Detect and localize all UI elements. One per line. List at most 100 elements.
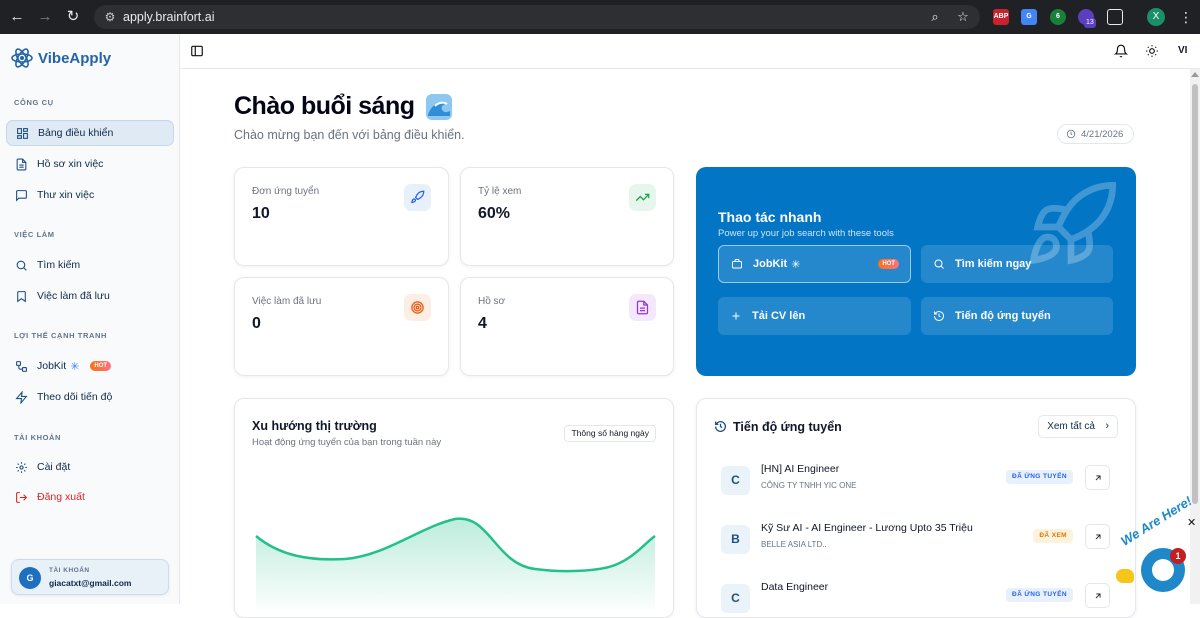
- stat-label: Việc làm đã lưu: [252, 296, 322, 307]
- url-text[interactable]: apply.brainfort.ai: [123, 10, 215, 24]
- bookmark-icon: [17, 290, 26, 302]
- clock-icon: [1066, 129, 1076, 139]
- section-tools: Công cụ: [14, 98, 54, 107]
- application-row[interactable]: C [HN] AI Engineer CÔNG TY TNHH YIC ONE …: [721, 463, 1110, 503]
- arrow-up-right-icon: [1095, 534, 1100, 539]
- account-label: TÀI KHOẢN: [49, 567, 90, 574]
- zoom-icon[interactable]: ⌕: [926, 8, 944, 26]
- sidebar-toggle-icon[interactable]: [190, 44, 204, 58]
- see-all-label: Xem tất cả: [1047, 421, 1095, 432]
- sidebar-item-settings[interactable]: Cài đặt: [6, 454, 174, 480]
- hot-badge: HOT: [878, 259, 899, 269]
- stat-card-view-rate[interactable]: Tỷ lệ xem 60%: [460, 167, 674, 266]
- brand-name: VibeApply: [38, 49, 112, 67]
- scrollbar-thumb[interactable]: [1192, 84, 1198, 504]
- arrow-up-right-icon: [1095, 593, 1100, 598]
- daily-stats-toggle[interactable]: Thông số hàng ngày: [564, 425, 656, 442]
- open-application-button[interactable]: [1085, 524, 1110, 549]
- zap-icon: [15, 390, 28, 404]
- sidebar-item-logout[interactable]: Đăng xuất: [6, 484, 174, 510]
- browser-menu-icon[interactable]: ⋮: [1179, 8, 1193, 26]
- address-bar[interactable]: ⚙ apply.brainfort.ai ⌕ ☆: [94, 5, 980, 29]
- company-name: BELLE ASIA LTD..: [761, 540, 827, 549]
- stat-value: 0: [252, 315, 261, 332]
- sidebar-item-cover-letter[interactable]: Thư xin việc: [6, 182, 174, 208]
- chevron-right-icon: ›: [1105, 420, 1109, 432]
- arrow-up-right-icon: [1095, 475, 1100, 480]
- stat-label: Tỷ lệ xem: [478, 186, 522, 197]
- status-badge: ĐÃ ỨNG TUYỂN: [1006, 470, 1073, 484]
- sidebar-item-label: Việc làm đã lưu: [37, 290, 110, 302]
- quick-search-button[interactable]: Tìm kiếm ngay: [921, 245, 1113, 283]
- sheets-ext-icon[interactable]: 6: [1050, 9, 1066, 25]
- search-icon: [934, 259, 944, 269]
- sidebar-item-saved[interactable]: Việc làm đã lưu: [6, 283, 174, 309]
- chat-close-icon[interactable]: ✕: [1187, 516, 1196, 529]
- file-text-icon: [16, 158, 27, 170]
- open-application-button[interactable]: [1085, 583, 1110, 608]
- sidebar-item-label: Bảng điều khiển: [38, 127, 114, 139]
- brand-logo[interactable]: VibeApply: [10, 45, 111, 71]
- market-title: Xu hướng thị trường: [252, 419, 377, 433]
- section-account: Tài khoản: [14, 433, 62, 442]
- hot-badge: HOT: [90, 361, 112, 371]
- target-icon: [404, 294, 431, 321]
- abp-icon[interactable]: ABP: [993, 9, 1009, 25]
- reload-icon[interactable]: ↻: [63, 7, 83, 27]
- company-logo: C: [721, 466, 750, 495]
- quick-progress-button[interactable]: Tiến độ ứng tuyển: [921, 297, 1113, 335]
- sidebar-item-label: Thư xin việc: [37, 189, 95, 201]
- chat-unread-badge: 1: [1170, 548, 1186, 564]
- company-logo: C: [721, 584, 750, 613]
- history-icon: [934, 311, 944, 321]
- sidebar-item-dashboard[interactable]: Bảng điều khiển: [6, 120, 174, 146]
- open-application-button[interactable]: [1085, 465, 1110, 490]
- quick-jobkit-button[interactable]: JobKit ✳ HOT: [718, 245, 911, 283]
- sparkle-icon: ✳: [70, 360, 80, 373]
- page-subtitle: Chào mừng bạn đến với bảng điều khiển.: [234, 128, 465, 142]
- sidebar-item-jobkit[interactable]: JobKit ✳ HOT: [6, 353, 174, 379]
- application-progress-card: Tiến độ ứng tuyển Xem tất cả › C [HN] AI…: [696, 398, 1136, 618]
- translate-icon[interactable]: G: [1021, 9, 1037, 25]
- sidebar-item-label: Tìm kiếm: [37, 259, 81, 271]
- date-text: 4/21/2026: [1081, 128, 1124, 140]
- quick-actions-panel: Thao tác nhanh Power up your job search …: [696, 167, 1136, 376]
- forward-icon[interactable]: →: [35, 7, 55, 27]
- see-all-button[interactable]: Xem tất cả ›: [1038, 415, 1118, 438]
- sidebar-item-label: JobKit: [37, 360, 67, 372]
- scroll-up-arrow-icon[interactable]: [1191, 72, 1199, 77]
- bell-icon[interactable]: [1114, 44, 1128, 58]
- stat-card-saved-jobs[interactable]: Việc làm đã lưu 0: [234, 277, 449, 376]
- application-row[interactable]: B Kỹ Sư AI - AI Engineer - Lương Upto 35…: [721, 522, 1110, 562]
- site-settings-icon[interactable]: ⚙: [102, 9, 118, 25]
- briefcase-icon: [732, 259, 742, 269]
- stat-value: 10: [252, 205, 270, 222]
- page-title: Chào buổi sáng: [234, 92, 415, 120]
- dashboard-icon: [17, 127, 28, 139]
- bookmark-star-icon[interactable]: ☆: [954, 8, 972, 26]
- quick-upload-cv-button[interactable]: Tải CV lên: [718, 297, 911, 335]
- profile-avatar[interactable]: X: [1147, 8, 1165, 26]
- section-advantage: Lợi thế cạnh tranh: [14, 331, 108, 340]
- plus-icon: [732, 312, 740, 320]
- quick-button-label: Tìm kiếm ngay: [955, 258, 1032, 270]
- job-title: [HN] AI Engineer: [761, 463, 840, 475]
- progress-title: Tiến độ ứng tuyển: [733, 420, 842, 434]
- sun-icon[interactable]: [1145, 44, 1159, 58]
- sidebar-item-track[interactable]: Theo dõi tiến độ: [6, 384, 174, 410]
- trending-up-icon: [629, 184, 656, 211]
- sidebar-item-profile[interactable]: Hồ sơ xin việc: [6, 151, 174, 177]
- gear-icon: [16, 461, 27, 473]
- account-email: giacatxt@gmail.com: [49, 578, 132, 588]
- sidebar-item-search[interactable]: Tìm kiếm: [6, 252, 174, 278]
- stat-card-profiles[interactable]: Hồ sơ 4: [460, 277, 674, 376]
- date-badge: 4/21/2026: [1057, 124, 1135, 144]
- waving-hand-icon: [1116, 569, 1134, 583]
- chat-bubble-icon: [1152, 559, 1174, 581]
- stat-card-applications[interactable]: Đơn ứng tuyển 10: [234, 167, 449, 266]
- back-icon[interactable]: ←: [7, 7, 27, 27]
- application-row[interactable]: C Data Engineer ĐÃ ỨNG TUYỂN: [721, 581, 1110, 617]
- puzzle-icon[interactable]: [1107, 9, 1123, 25]
- language-switcher[interactable]: VI: [1178, 45, 1187, 56]
- account-card[interactable]: G TÀI KHOẢN giacatxt@gmail.com: [11, 559, 169, 595]
